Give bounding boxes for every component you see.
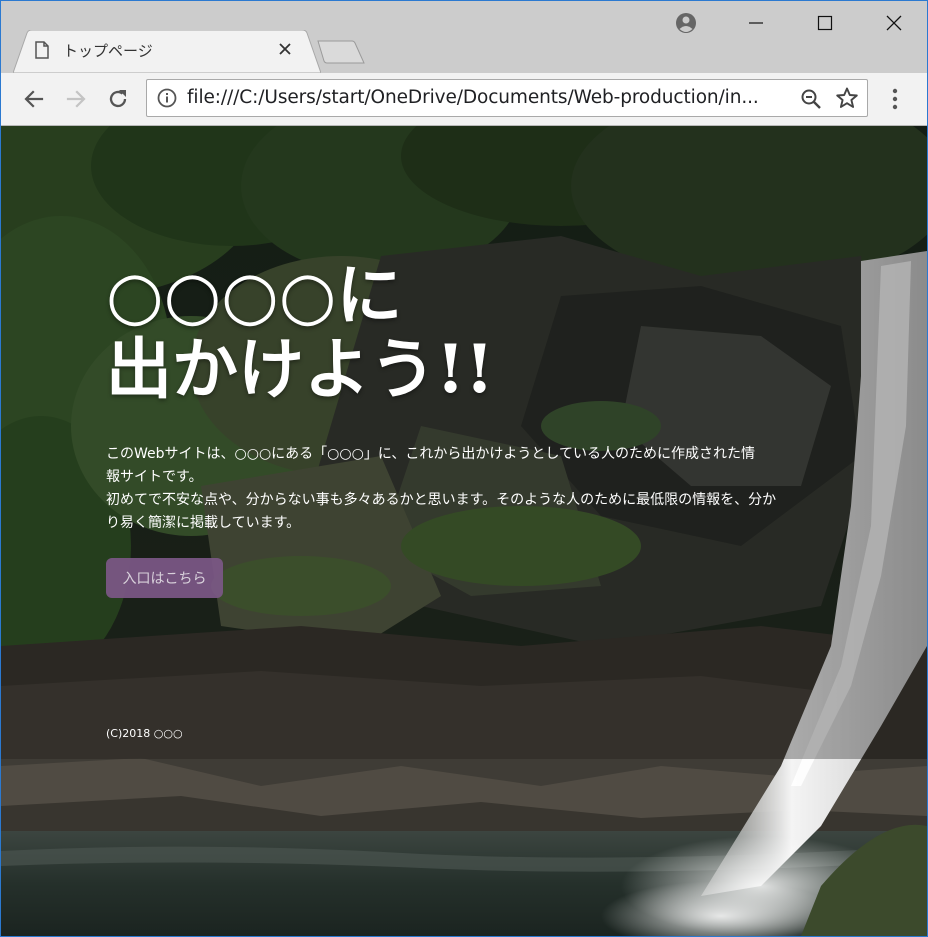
arrow-left-icon bbox=[24, 90, 44, 108]
tab-close-icon[interactable] bbox=[277, 41, 293, 57]
zoom-out-icon[interactable] bbox=[799, 87, 823, 111]
tab-shape bbox=[13, 30, 321, 73]
new-tab-button[interactable] bbox=[315, 39, 367, 65]
account-icon bbox=[676, 13, 696, 33]
back-button[interactable] bbox=[20, 85, 48, 113]
tab-top-page[interactable]: トップページ bbox=[13, 30, 321, 73]
close-window-button[interactable] bbox=[871, 1, 917, 45]
page-viewport: ○○○○に 出かけよう!! このWebサイトは、○○○にある「○○○」に、これか… bbox=[1, 126, 927, 936]
hero-heading: ○○○○に 出かけよう!! bbox=[106, 258, 494, 406]
hero-heading-line-2: 出かけよう!! bbox=[106, 330, 494, 408]
address-bar[interactable]: file:///C:/Users/start/OneDrive/Document… bbox=[146, 79, 868, 117]
forward-button[interactable] bbox=[62, 85, 90, 113]
browser-toolbar: file:///C:/Users/start/OneDrive/Document… bbox=[1, 73, 927, 126]
reload-button[interactable] bbox=[104, 85, 132, 113]
copyright-text: (C)2018 ○○○ bbox=[106, 727, 183, 740]
page-icon bbox=[35, 41, 49, 59]
arrow-right-icon bbox=[66, 90, 86, 108]
minimize-button[interactable] bbox=[733, 1, 779, 45]
enter-button[interactable]: 入口はこちら bbox=[106, 558, 223, 598]
hero-description-line-1: このWebサイトは、○○○にある「○○○」に、これから出かけようとしている人のた… bbox=[106, 446, 755, 462]
maximize-button[interactable] bbox=[802, 1, 848, 45]
close-icon bbox=[886, 15, 902, 31]
hero-description-line-3: 初めてで不安な点や、分からない事も多々あるかと思います。そのような人のために最低… bbox=[106, 492, 777, 508]
hero-description: このWebサイトは、○○○にある「○○○」に、これから出かけようとしている人のた… bbox=[106, 443, 821, 535]
hero-section: ○○○○に 出かけよう!! このWebサイトは、○○○にある「○○○」に、これか… bbox=[1, 126, 927, 759]
title-bar: トップページ bbox=[1, 1, 927, 73]
hero-description-line-2: 報サイトです。 bbox=[106, 469, 203, 485]
url-text[interactable]: file:///C:/Users/start/OneDrive/Document… bbox=[187, 87, 787, 108]
minimize-icon bbox=[749, 22, 763, 24]
more-vert-icon bbox=[892, 88, 898, 110]
browser-window: トップページ file:///C:/Users/start/OneDrive/D… bbox=[0, 0, 928, 937]
hero-heading-line-1: ○○○○に bbox=[106, 256, 403, 334]
menu-button[interactable] bbox=[883, 85, 907, 113]
star-icon[interactable] bbox=[835, 86, 859, 110]
hero-description-line-4: り易く簡潔に掲載しています。 bbox=[106, 515, 301, 531]
reload-icon bbox=[109, 90, 127, 108]
profile-button[interactable] bbox=[663, 1, 709, 45]
info-icon[interactable] bbox=[157, 88, 177, 108]
maximize-icon bbox=[817, 15, 833, 31]
tab-title: トップページ bbox=[63, 42, 153, 60]
